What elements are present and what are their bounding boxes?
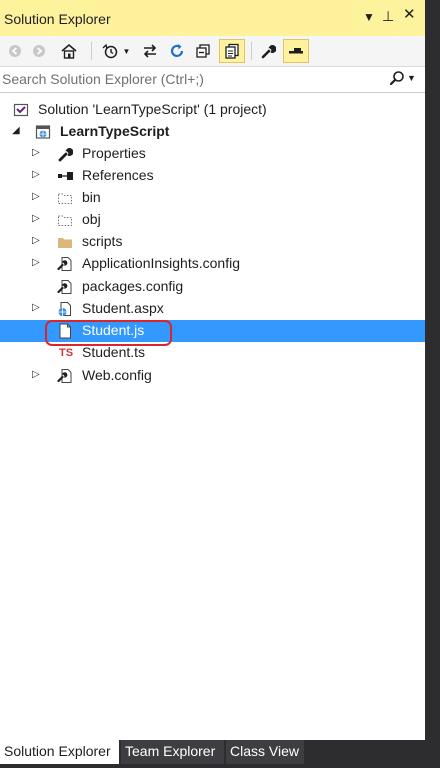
bottom-tab-bar: Solution Explorer Team Explorer Class Vi… (0, 740, 425, 768)
back-icon (9, 45, 21, 57)
tree-item-label: Properties (82, 145, 146, 161)
solution-icon (13, 102, 29, 118)
forward-icon (33, 45, 45, 57)
tree-item-solution[interactable]: Solution 'LearnTypeScript' (1 project) (0, 99, 425, 121)
history-icon (102, 43, 117, 59)
folder-dotted-icon (57, 190, 73, 206)
tab-team-explorer[interactable]: Team Explorer (121, 740, 224, 764)
config-file-icon (57, 279, 73, 295)
collapse-all-icon (196, 44, 210, 58)
forward-button[interactable] (29, 39, 49, 63)
tree-item-label: packages.config (82, 278, 184, 294)
home-icon (61, 43, 77, 59)
expanded-arrow-icon[interactable]: ◢ (12, 125, 20, 136)
preview-selected-items-button[interactable] (283, 39, 309, 63)
tree-item-label: LearnTypeScript (60, 123, 170, 139)
tree-item-scripts[interactable]: ▷ scripts (0, 231, 425, 253)
folder-icon (57, 234, 73, 250)
window-position-dropdown-icon[interactable]: ▼ (363, 10, 375, 24)
preview-icon (289, 48, 303, 54)
tree-item-obj[interactable]: ▷ obj (0, 209, 425, 231)
tab-solution-explorer[interactable]: Solution Explorer (0, 740, 119, 764)
tree-item-label: Student.ts (82, 344, 146, 360)
tree-item-student-aspx[interactable]: ▷ Student.aspx (0, 298, 425, 320)
collapsed-arrow-icon[interactable]: ▷ (32, 191, 40, 202)
collapsed-arrow-icon[interactable]: ▷ (32, 235, 40, 246)
wrench-icon (57, 146, 73, 162)
collapsed-arrow-icon[interactable]: ▷ (32, 257, 40, 268)
config-file-icon (57, 256, 73, 272)
collapse-all-button[interactable] (192, 39, 214, 63)
search-bar: ▼ (0, 67, 425, 93)
show-all-files-button[interactable] (219, 39, 245, 63)
collapsed-arrow-icon[interactable]: ▷ (32, 169, 40, 180)
folder-dotted-icon (57, 212, 73, 228)
tree-item-label: bin (82, 189, 101, 205)
collapsed-arrow-icon[interactable]: ▷ (32, 147, 40, 158)
back-button[interactable] (5, 39, 25, 63)
ts-badge: TS (58, 347, 74, 359)
panel-title: Solution Explorer (4, 11, 111, 27)
show-all-files-icon (225, 43, 239, 59)
collapsed-arrow-icon[interactable]: ▷ (32, 369, 40, 380)
sync-with-active-document-button[interactable] (139, 39, 161, 63)
toolbar-separator (251, 42, 252, 60)
web-project-icon (35, 124, 51, 140)
solution-explorer-panel: Solution Explorer ▼ ⊥ ✕ ▼ Search Solutio… (0, 0, 425, 740)
tree-item-bin[interactable]: ▷ bin (0, 187, 425, 209)
tree-item-applicationinsights-config[interactable]: ▷ ApplicationInsights.config (0, 253, 425, 275)
refresh-button[interactable] (166, 39, 188, 63)
tab-class-view[interactable]: Class View (226, 740, 304, 764)
config-file-icon (57, 368, 73, 384)
tree-item-references[interactable]: ▷ References (0, 165, 425, 187)
search-input[interactable] (2, 68, 380, 90)
toolbar: ▼ (0, 36, 425, 67)
collapsed-arrow-icon[interactable]: ▷ (32, 302, 40, 313)
refresh-icon (170, 44, 184, 57)
pending-changes-filter-button[interactable]: ▼ (98, 39, 134, 63)
tree-item-label: obj (82, 211, 101, 227)
tree-item-properties[interactable]: ▷ Properties (0, 143, 425, 165)
tree-item-label: scripts (82, 233, 123, 249)
search-options-dropdown-icon[interactable]: ▼ (407, 73, 416, 83)
tree-item-packages-config[interactable]: packages.config (0, 276, 425, 298)
tree-item-label: Student.aspx (82, 300, 164, 316)
tree-item-web-config[interactable]: ▷ Web.config (0, 365, 425, 387)
tree-item-label: ApplicationInsights.config (82, 255, 240, 271)
highlight-annotation (45, 320, 172, 346)
close-icon[interactable]: ✕ (403, 7, 416, 22)
web-file-icon (57, 301, 73, 317)
tree-item-label: Web.config (82, 367, 152, 383)
tree-item-label: Solution 'LearnTypeScript' (1 project) (38, 101, 267, 117)
sync-icon (143, 44, 157, 58)
ts-file-icon: TS (57, 345, 75, 361)
tree-item-project[interactable]: ◢ LearnTypeScript (0, 121, 425, 143)
tree-item-label: References (82, 167, 154, 183)
collapsed-arrow-icon[interactable]: ▷ (32, 213, 40, 224)
home-button[interactable] (57, 39, 81, 63)
pin-icon[interactable]: ⊥ (382, 9, 394, 23)
chevron-down-icon: ▼ (122, 46, 131, 56)
references-icon (57, 168, 73, 184)
toolbar-separator (91, 42, 92, 60)
properties-icon (261, 45, 276, 59)
title-bar: Solution Explorer ▼ ⊥ ✕ (0, 0, 425, 36)
adjacent-window-edge (425, 0, 440, 768)
properties-button[interactable] (257, 39, 279, 63)
search-icon[interactable] (389, 70, 405, 91)
